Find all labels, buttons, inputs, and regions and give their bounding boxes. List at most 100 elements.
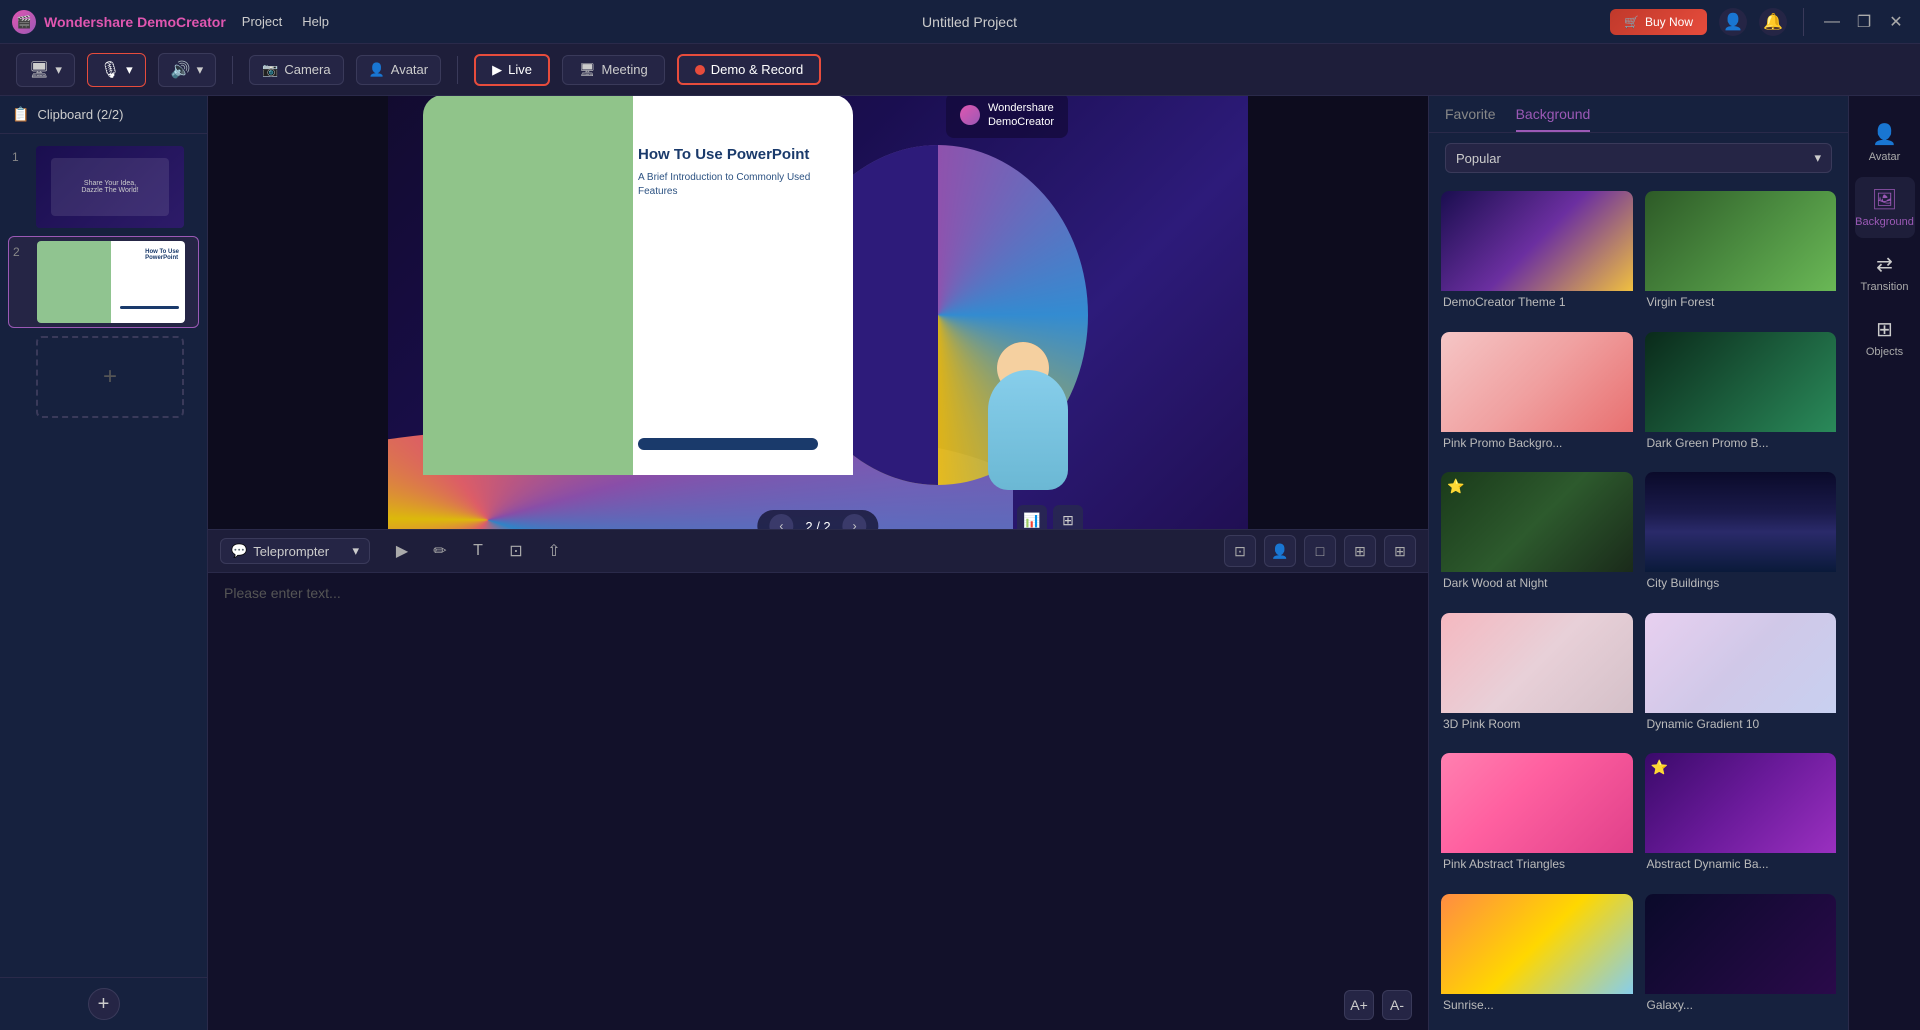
filter-dropdown-icon: ▾ xyxy=(1814,150,1821,166)
tp-play-button[interactable]: ▶ xyxy=(386,535,418,567)
bg-label-abstract-dynamic: Abstract Dynamic Ba... xyxy=(1645,853,1837,877)
maximize-button[interactable]: ❐ xyxy=(1852,10,1876,34)
bg-thumb-democreator xyxy=(1441,191,1633,291)
tp-user-button[interactable]: 👤 xyxy=(1264,535,1296,567)
camera-button[interactable]: 📷 Camera xyxy=(249,55,343,85)
icon-panel-background[interactable]: 🖼 Background xyxy=(1855,177,1915,238)
user-icon[interactable]: 👤 xyxy=(1719,8,1747,36)
avatar-settings-button[interactable]: 📊 xyxy=(1017,505,1047,529)
bg-label-city: City Buildings xyxy=(1645,572,1837,596)
icon-panel-transition[interactable]: ⇄ Transition xyxy=(1855,242,1915,303)
app-name: Wondershare DemoCreator xyxy=(44,14,226,30)
tp-crop-button[interactable]: ⊡ xyxy=(500,535,532,567)
avatar-toolbar-button[interactable]: 👤 Avatar xyxy=(356,55,442,85)
teleprompter-select[interactable]: 💬 Teleprompter ▾ xyxy=(220,538,370,564)
avatar-panel-label: Avatar xyxy=(1869,151,1901,163)
center-panel: How To Use PowerPoint A Brief Introducti… xyxy=(208,96,1428,1030)
slide-item-1[interactable]: 1 Share Your Idea,Dazzle The World! xyxy=(8,142,199,232)
bg-label-dark-wood: Dark Wood at Night xyxy=(1441,572,1633,596)
page-next-button[interactable]: › xyxy=(843,514,867,529)
camera-icon: 📷 xyxy=(262,62,278,78)
font-smaller-button[interactable]: A- xyxy=(1382,990,1412,1020)
teleprompter-label: Teleprompter xyxy=(253,544,329,559)
close-button[interactable]: ✕ xyxy=(1884,10,1908,34)
menu-bar: Project Help xyxy=(242,14,329,29)
tab-favorite[interactable]: Favorite xyxy=(1445,106,1496,132)
tp-screen-button[interactable]: ⊡ xyxy=(1224,535,1256,567)
minimize-button[interactable]: — xyxy=(1820,10,1844,34)
bg-thumb-pink-promo xyxy=(1441,332,1633,432)
bg-item-abstract-dynamic[interactable]: ⭐ Abstract Dynamic Ba... xyxy=(1645,753,1837,882)
bg-filter-select[interactable]: Popular ▾ xyxy=(1445,143,1832,173)
demo-record-button[interactable]: Demo & Record xyxy=(677,54,821,85)
page-prev-button[interactable]: ‹ xyxy=(769,514,793,529)
separator-1 xyxy=(232,56,233,84)
bg-label-virgin-forest: Virgin Forest xyxy=(1645,291,1837,315)
titlebar: 🎬 Wondershare DemoCreator Project Help U… xyxy=(0,0,1920,44)
slide-2-number: 2 xyxy=(13,241,29,259)
bg-thumb-city xyxy=(1645,472,1837,572)
slide-main-title: How To Use PowerPoint xyxy=(638,145,848,165)
add-slide-placeholder[interactable]: + xyxy=(36,336,184,418)
bg-label-dynamic-10: Dynamic Gradient 10 xyxy=(1645,713,1837,737)
tp-fullscreen-button[interactable]: □ xyxy=(1304,535,1336,567)
live-button[interactable]: ▶ Live xyxy=(474,54,550,86)
titlebar-right: 🛒 Buy Now 👤 🔔 — ❐ ✕ xyxy=(1610,8,1908,36)
tp-more-button[interactable]: ⊞ xyxy=(1384,535,1416,567)
bg-item-galaxy[interactable]: Galaxy... xyxy=(1645,894,1837,1023)
slide-green-block xyxy=(423,96,633,475)
menu-project[interactable]: Project xyxy=(242,14,282,29)
tab-background[interactable]: Background xyxy=(1516,106,1591,132)
bg-label-democreator: DemoCreator Theme 1 xyxy=(1441,291,1633,315)
bg-item-dark-wood[interactable]: ⭐ Dark Wood at Night xyxy=(1441,472,1633,601)
avatar-controls: 📊 ⊞ xyxy=(1017,505,1083,529)
teleprompter-toolbar: 💬 Teleprompter ▾ ▶ ✏ T ⊡ ⇧ ⊡ 👤 □ ⊞ ⊞ xyxy=(208,529,1428,573)
transition-panel-icon: ⇄ xyxy=(1876,252,1893,277)
teleprompter-right-tools: ⊡ 👤 □ ⊞ ⊞ xyxy=(1224,535,1416,567)
tp-pen-button[interactable]: ✏ xyxy=(424,535,456,567)
slide-text-area: How To Use PowerPoint A Brief Introducti… xyxy=(638,145,848,199)
bg-item-pink-promo[interactable]: Pink Promo Backgro... xyxy=(1441,332,1633,461)
microphone-button[interactable]: 🎙 ▾ xyxy=(87,53,146,87)
bg-item-pink-abstract[interactable]: Pink Abstract Triangles xyxy=(1441,753,1633,882)
volume-button[interactable]: 🔊 ▾ xyxy=(158,53,216,87)
bg-item-dynamic-10[interactable]: Dynamic Gradient 10 xyxy=(1645,613,1837,742)
slide-2-thumbnail: How To UsePowerPoint xyxy=(37,241,185,323)
slide-1-number: 1 xyxy=(12,146,28,164)
separator-2 xyxy=(457,56,458,84)
logo-text: WondershareDemoCreator xyxy=(988,101,1054,130)
tp-grid-button[interactable]: ⊞ xyxy=(1344,535,1376,567)
bg-item-3d-pink[interactable]: 3D Pink Room xyxy=(1441,613,1633,742)
menu-help[interactable]: Help xyxy=(302,14,329,29)
buy-now-button[interactable]: 🛒 Buy Now xyxy=(1610,9,1707,35)
bg-thumb-dark-wood: ⭐ xyxy=(1441,472,1633,572)
teleprompter-dropdown-icon: ▾ xyxy=(352,543,359,559)
bg-item-dark-green[interactable]: Dark Green Promo B... xyxy=(1645,332,1837,461)
background-panel-label: Background xyxy=(1855,216,1914,228)
bg-item-democreator[interactable]: DemoCreator Theme 1 xyxy=(1441,191,1633,320)
bg-item-virgin-forest[interactable]: Virgin Forest xyxy=(1645,191,1837,320)
add-clip-button[interactable]: + xyxy=(88,988,120,1020)
bg-thumb-dynamic-10 xyxy=(1645,613,1837,713)
bg-thumb-pink-abstract xyxy=(1441,753,1633,853)
bg-item-sunrise[interactable]: Sunrise... xyxy=(1441,894,1633,1023)
canvas-area: How To Use PowerPoint A Brief Introducti… xyxy=(208,96,1428,529)
notification-icon[interactable]: 🔔 xyxy=(1759,8,1787,36)
bg-item-city[interactable]: City Buildings xyxy=(1645,472,1837,601)
main-toolbar: 🖥 ▾ 🎙 ▾ 🔊 ▾ 📷 Camera 👤 Avatar ▶ Live 🖥 M… xyxy=(0,44,1920,96)
icon-panel-objects[interactable]: ⊞ Objects xyxy=(1855,307,1915,368)
icon-panel: 👤 Avatar 🖼 Background ⇄ Transition ⊞ Obj… xyxy=(1848,96,1920,1030)
icon-panel-avatar[interactable]: 👤 Avatar xyxy=(1855,112,1915,173)
teleprompter-text-area[interactable]: Please enter text... A+ A- xyxy=(208,573,1428,1030)
transition-panel-label: Transition xyxy=(1861,281,1909,293)
mic-icon: 🎙 xyxy=(100,60,120,80)
avatar-layout-button[interactable]: ⊞ xyxy=(1053,505,1083,529)
tp-text-button[interactable]: T xyxy=(462,535,494,567)
slide-item-2[interactable]: 2 How To UsePowerPoint xyxy=(8,236,199,328)
meeting-button[interactable]: 🖥 Meeting xyxy=(562,55,665,85)
add-slide-item[interactable]: + xyxy=(8,332,199,422)
background-grid: DemoCreator Theme 1 Virgin Forest Pink P… xyxy=(1429,183,1848,1030)
font-larger-button[interactable]: A+ xyxy=(1344,990,1374,1020)
tp-share-button[interactable]: ⇧ xyxy=(538,535,570,567)
screen-record-button[interactable]: 🖥 ▾ xyxy=(16,53,75,87)
